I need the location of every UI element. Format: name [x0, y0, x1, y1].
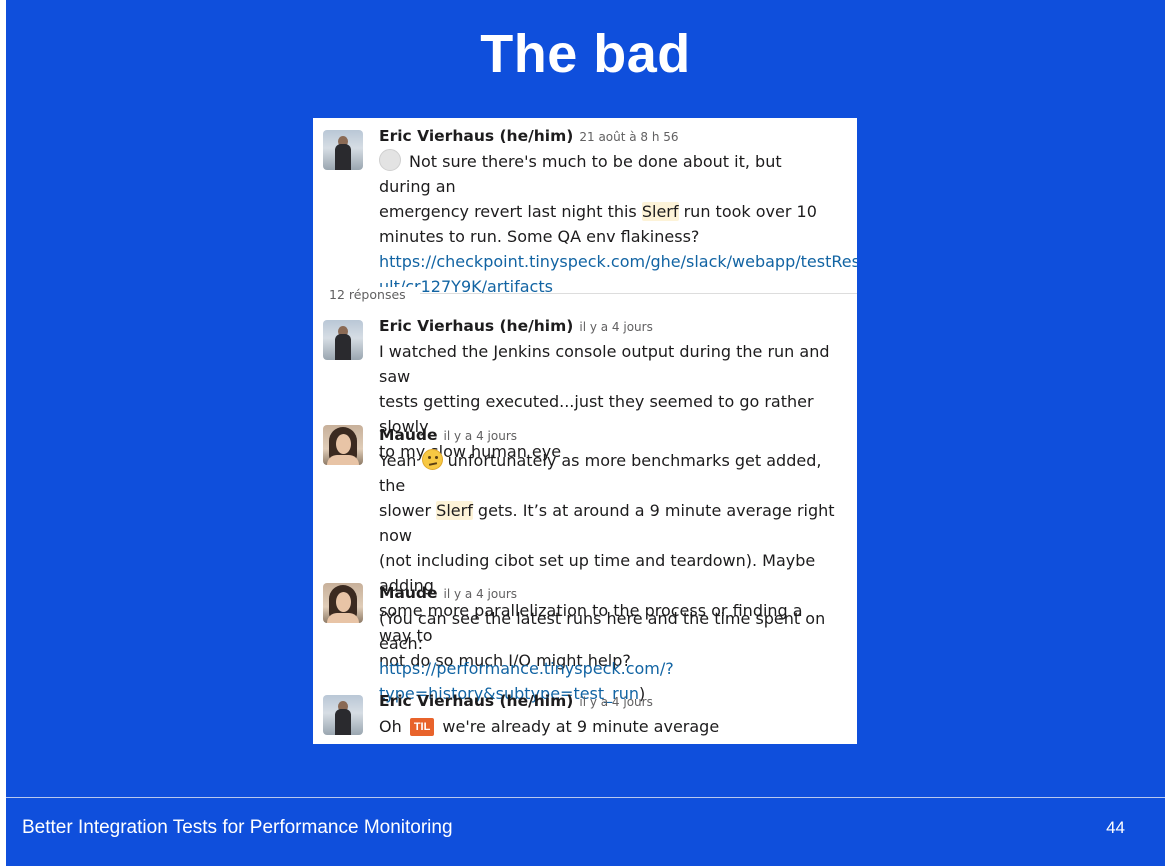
message-text: emergency revert last night this: [379, 202, 642, 221]
highlighted-keyword: Slerf: [436, 501, 473, 520]
message-text: run took over 10: [678, 202, 817, 221]
message-line: I watched the Jenkins console output dur…: [379, 342, 830, 386]
message-content: Maude il y a 4 jours (You can see the lat…: [379, 583, 835, 706]
message-text: slower: [379, 501, 437, 520]
performance-link[interactable]: https://performance.tinyspeck.com/?: [379, 656, 835, 681]
message-content: Eric Vierhaus (he/him) 21 août à 8 h 56 N…: [379, 126, 857, 299]
thread-reply: Maude il y a 4 jours (You can see the lat…: [313, 583, 857, 703]
footer-title: Better Integration Tests for Performance…: [22, 817, 453, 838]
message-header: Maude il y a 4 jours: [379, 583, 835, 604]
message-header: Eric Vierhaus (he/him) il y a 4 jours: [379, 691, 835, 712]
message-text: Yeah: [379, 451, 422, 470]
slack-thread-screenshot: Eric Vierhaus (he/him) 21 août à 8 h 56 N…: [313, 118, 857, 744]
message-text: Oh: [379, 717, 407, 736]
confused-face-emoji-icon[interactable]: [421, 449, 443, 470]
author-name[interactable]: Eric Vierhaus (he/him): [379, 317, 573, 335]
message-line: Not sure there's much to be done about i…: [379, 149, 835, 199]
timestamp[interactable]: il y a 4 jours: [444, 587, 517, 601]
message-header: Eric Vierhaus (he/him) 21 août à 8 h 56: [379, 126, 835, 147]
page-number: 44: [1106, 818, 1125, 837]
message-header: Eric Vierhaus (he/him) il y a 4 jours: [379, 316, 835, 337]
highlighted-keyword: Slerf: [641, 202, 679, 221]
avatar[interactable]: [323, 695, 363, 735]
author-name[interactable]: Eric Vierhaus (he/him): [379, 692, 573, 710]
message-text: Not sure there's much to be done about i…: [379, 152, 782, 196]
status-circle-icon: [379, 149, 401, 171]
timestamp[interactable]: 21 août à 8 h 56: [579, 130, 678, 144]
thread-reply: Eric Vierhaus (he/him) il y a 4 jours Oh …: [313, 691, 857, 743]
avatar-shoulder: [327, 613, 359, 623]
timestamp[interactable]: il y a 4 jours: [444, 429, 517, 443]
avatar-body: [335, 334, 351, 360]
avatar-face: [336, 434, 351, 454]
avatar-body: [335, 709, 351, 735]
message-header: Maude il y a 4 jours: [379, 425, 835, 446]
message-body: Not sure there's much to be done about i…: [379, 149, 857, 299]
message-body: Oh TIL we're already at 9 minute average: [379, 714, 835, 739]
message-text: unfortunately as more benchmarks get add…: [379, 451, 822, 495]
til-emoji-badge[interactable]: TIL: [409, 718, 435, 736]
author-name[interactable]: Eric Vierhaus (he/him): [379, 127, 573, 145]
avatar-shoulder: [327, 455, 359, 465]
replies-divider: 12 réponses: [329, 284, 857, 304]
message-line: slower Slerf gets. It’s at around a 9 mi…: [379, 498, 835, 548]
parent-message: Eric Vierhaus (he/him) 21 août à 8 h 56 N…: [313, 126, 857, 296]
message-line: Yeah unfortunately as more benchmarks ge…: [379, 448, 835, 498]
author-name[interactable]: Maude: [379, 426, 438, 444]
author-name[interactable]: Maude: [379, 584, 438, 602]
slide-title: The bad: [480, 24, 691, 84]
thread-reply: Maude il y a 4 jours Yeah unfortunately a…: [313, 425, 857, 670]
timestamp[interactable]: il y a 4 jours: [579, 695, 652, 709]
slide: The bad Eric Vierhaus (he/him) 21 août à …: [6, 0, 1165, 866]
message-line: Oh TIL we're already at 9 minute average: [379, 714, 835, 739]
footer-divider: [6, 797, 1165, 798]
checkpoint-link[interactable]: https://checkpoint.tinyspeck.com/ghe/sla…: [379, 249, 857, 274]
timestamp[interactable]: il y a 4 jours: [579, 320, 652, 334]
thread-reply: Eric Vierhaus (he/him) il y a 4 jours I w…: [313, 316, 857, 461]
message-content: Eric Vierhaus (he/him) il y a 4 jours Oh …: [379, 691, 835, 739]
message-line: (You can see the latest runs here and th…: [379, 609, 826, 653]
avatar[interactable]: [323, 320, 363, 360]
message-text: we're already at 9 minute average: [437, 717, 720, 736]
replies-count[interactable]: 12 réponses: [329, 287, 420, 302]
avatar[interactable]: [323, 130, 363, 170]
avatar[interactable]: [323, 583, 363, 623]
message-line: emergency revert last night this Slerf r…: [379, 199, 835, 224]
avatar-body: [335, 144, 351, 170]
message-line: minutes to run. Some QA env flakiness?: [379, 227, 700, 246]
avatar[interactable]: [323, 425, 363, 465]
avatar-face: [336, 592, 351, 612]
